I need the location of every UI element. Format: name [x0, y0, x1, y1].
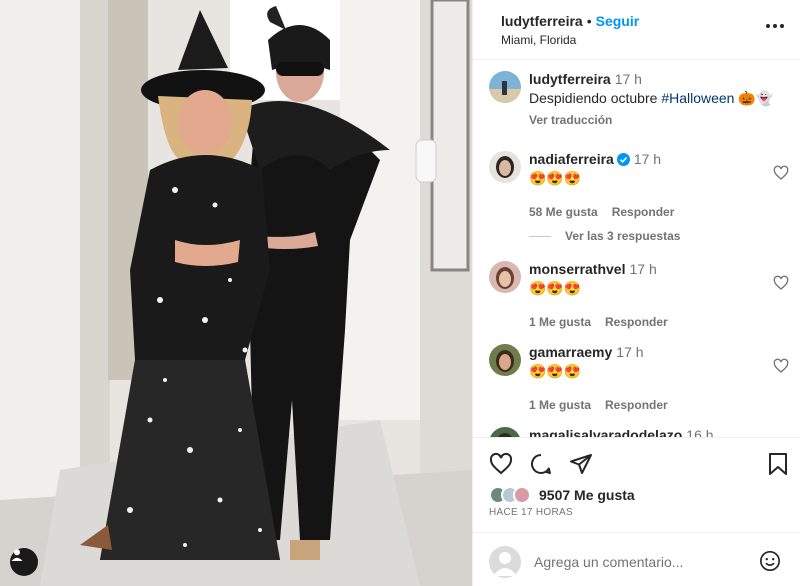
comment-time: 17 h — [629, 261, 657, 277]
comment-text: 😍😍😍 — [529, 170, 582, 186]
caption-emojis: 🎃👻 — [738, 90, 774, 106]
comment-time: 17 h — [633, 151, 662, 167]
commenter-avatar-image — [489, 427, 521, 437]
share-paper-plane-icon[interactable] — [569, 452, 593, 476]
reply-button[interactable]: Responder — [612, 205, 675, 219]
caption-username[interactable]: ludytferreira — [529, 71, 611, 87]
commenter-avatar-image — [489, 344, 521, 376]
heart-icon[interactable] — [773, 358, 789, 374]
comment-time: 16 h — [686, 427, 714, 437]
emoji-icon[interactable] — [759, 550, 781, 572]
author-username[interactable]: ludytferreira — [501, 13, 583, 29]
comment-likes[interactable]: 1 Me gusta — [529, 398, 591, 412]
liker-avatar — [513, 486, 531, 504]
like-heart-icon[interactable] — [489, 452, 513, 476]
comment-bubble-icon[interactable] — [529, 452, 553, 476]
comment-likes[interactable]: 1 Me gusta — [529, 315, 591, 329]
heart-icon[interactable] — [773, 275, 789, 291]
photo-illustration — [0, 0, 472, 586]
comment-likes[interactable]: 58 Me gusta — [529, 205, 598, 219]
hashtag-link[interactable]: #Halloween — [661, 90, 734, 106]
see-translation-link[interactable]: Ver traducción — [529, 113, 779, 127]
post-photo[interactable] — [0, 0, 472, 586]
comment-text: 😍😍😍 — [529, 280, 582, 296]
post-location[interactable]: Miami, Florida — [501, 33, 800, 47]
post-side-panel: ludytferreira • Seguir Miami, Florida lu… — [472, 0, 800, 586]
author-avatar-image — [489, 71, 521, 103]
likes-summary[interactable]: 9507 Me gusta — [489, 486, 635, 504]
current-user-avatar — [489, 546, 521, 578]
caption-text: Despidiendo octubre #Halloween 🎃👻 — [529, 89, 779, 107]
avatar[interactable] — [489, 427, 521, 437]
avatar[interactable] — [489, 344, 521, 376]
avatar[interactable] — [489, 151, 521, 183]
commenter-avatar-image — [489, 151, 521, 183]
reply-button[interactable]: Responder — [605, 398, 668, 412]
post-actions: 9507 Me gusta HACE 17 HORAS — [473, 437, 800, 532]
separator-dot: • — [586, 13, 592, 29]
reply-button[interactable]: Responder — [605, 315, 668, 329]
caption-time: 17 h — [614, 71, 642, 87]
likes-count[interactable]: 9507 Me gusta — [539, 487, 635, 503]
comment-username[interactable]: magalisalvaradodelazo — [529, 427, 682, 437]
view-replies-label: Ver las 3 respuestas — [565, 229, 681, 243]
replies-line — [529, 235, 551, 237]
verified-badge-icon — [616, 153, 630, 166]
comment-time: 17 h — [616, 344, 644, 360]
comment-text: 😍😍😍 — [529, 363, 582, 379]
add-comment-bar: Agrega un comentario... — [473, 532, 800, 586]
bookmark-icon[interactable] — [767, 452, 789, 476]
commenter-avatar-image — [489, 261, 521, 293]
default-avatar-icon — [493, 552, 517, 576]
comments-list[interactable]: ludytferreira 17 h Despidiendo octubre #H… — [473, 61, 800, 437]
comment-input[interactable]: Agrega un comentario... — [534, 554, 683, 570]
caption-body: Despidiendo octubre — [529, 90, 662, 106]
follow-button[interactable]: Seguir — [596, 13, 640, 29]
user-icon — [11, 549, 23, 561]
view-replies-button[interactable]: Ver las 3 respuestas — [529, 229, 680, 243]
post-timestamp[interactable]: HACE 17 HORAS — [489, 507, 573, 518]
liker-avatars — [489, 486, 531, 504]
avatar[interactable] — [489, 71, 521, 103]
more-horizontal-icon[interactable] — [766, 24, 784, 28]
heart-icon[interactable] — [773, 165, 789, 181]
comment-username[interactable]: gamarraemy — [529, 344, 612, 360]
comment-username[interactable]: monserrathvel — [529, 261, 625, 277]
tagged-users-button[interactable] — [10, 548, 38, 576]
comment-username[interactable]: nadiaferreira — [529, 151, 614, 167]
avatar[interactable] — [489, 261, 521, 293]
post-header: ludytferreira • Seguir Miami, Florida — [473, 0, 800, 60]
